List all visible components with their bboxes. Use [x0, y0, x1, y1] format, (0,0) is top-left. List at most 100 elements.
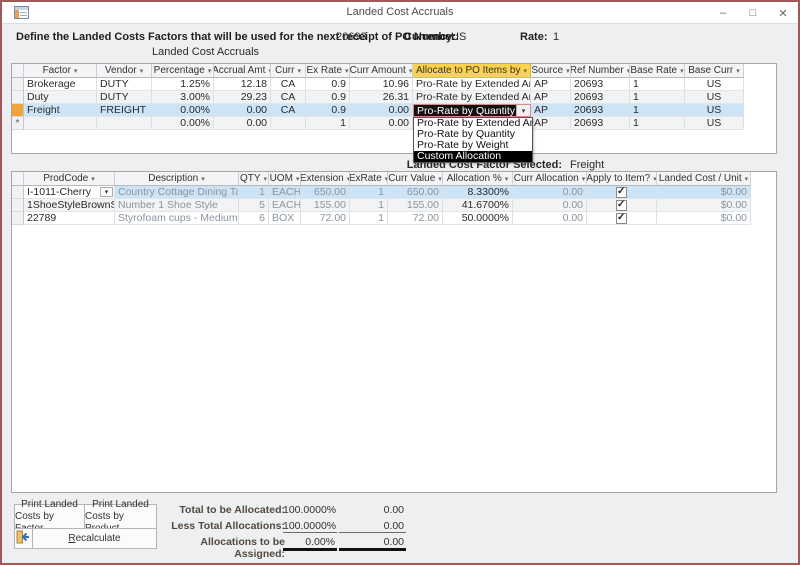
- cell-vendor[interactable]: FREIGHT: [97, 104, 152, 117]
- cell-extension[interactable]: 650.00: [301, 186, 350, 199]
- cell-factor[interactable]: Freight: [24, 104, 97, 117]
- cell-curr-amount[interactable]: 10.96: [350, 78, 413, 91]
- cell-vendor[interactable]: DUTY: [97, 78, 152, 91]
- cell-curr-amount[interactable]: 0.00: [350, 104, 413, 117]
- cell-description[interactable]: Styrofoam cups - Medium: [115, 212, 239, 225]
- cell-landed-cost-unit[interactable]: $0.00: [657, 186, 751, 199]
- cell-description[interactable]: Country Cottage Dining Table: [115, 186, 239, 199]
- cell-curr-value[interactable]: 155.00: [388, 199, 443, 212]
- cell-accrual-amt[interactable]: 29.23: [214, 91, 271, 104]
- col-header-exrate[interactable]: ExRate: [350, 172, 388, 186]
- cell-ex-rate[interactable]: 0.9: [306, 78, 350, 91]
- maximize-button[interactable]: □: [746, 7, 760, 19]
- recalculate-button[interactable]: Recalculate: [32, 528, 157, 549]
- cell-accrual-amt[interactable]: 12.18: [214, 78, 271, 91]
- col-header-base-rate[interactable]: Base Rate: [630, 64, 685, 78]
- col-header-prodcode[interactable]: ProdCode: [24, 172, 115, 186]
- prodcode-combobox[interactable]: I-1011-Cherry ▾: [24, 186, 115, 199]
- col-header-extension[interactable]: Extension: [301, 172, 350, 186]
- cell-curr-amount[interactable]: 26.31: [350, 91, 413, 104]
- cell-curr[interactable]: CA: [271, 104, 306, 117]
- cell-exrate[interactable]: 1: [350, 212, 388, 225]
- record-selector[interactable]: [12, 78, 24, 91]
- cell-accrual-amt[interactable]: 0.00: [214, 117, 271, 130]
- cell-prodcode[interactable]: 1ShoeStyleBrownS: [24, 199, 115, 212]
- cell-ref-number[interactable]: 20693: [571, 117, 630, 130]
- cell-curr-value[interactable]: 72.00: [388, 212, 443, 225]
- current-record-selector[interactable]: [12, 104, 24, 117]
- cell-vendor[interactable]: DUTY: [97, 91, 152, 104]
- col-header-factor[interactable]: Factor: [24, 64, 97, 78]
- cell-allocation-pct[interactable]: 50.0000%: [443, 212, 513, 225]
- col-header-description[interactable]: Description: [115, 172, 239, 186]
- cell-base-curr[interactable]: US: [685, 104, 744, 117]
- cell-extension[interactable]: 155.00: [301, 199, 350, 212]
- col-header-qty[interactable]: QTY: [239, 172, 269, 186]
- cell-base-curr[interactable]: US: [685, 117, 744, 130]
- cell-curr-allocation[interactable]: 0.00: [513, 212, 587, 225]
- cell-description[interactable]: Number 1 Shoe Style: [115, 199, 239, 212]
- cell-vendor[interactable]: [97, 117, 152, 130]
- cell-curr-amount[interactable]: 0.00: [350, 117, 413, 130]
- cell-qty[interactable]: 5: [239, 199, 269, 212]
- cell-exrate[interactable]: 1: [350, 199, 388, 212]
- cell-ref-number[interactable]: 20693: [571, 91, 630, 104]
- cell-allocation-pct[interactable]: 8.3300%: [443, 186, 513, 199]
- print-costs-by-factor-button[interactable]: Print Landed Costs by Factor: [14, 504, 85, 529]
- cell-percentage[interactable]: 0.00%: [152, 104, 214, 117]
- cell-curr[interactable]: [271, 117, 306, 130]
- dropdown-option-highlighted[interactable]: Custom Allocation: [414, 151, 532, 162]
- col-header-curr-amount[interactable]: Curr Amount: [350, 64, 413, 78]
- col-header-curr-allocation[interactable]: Curr Allocation: [513, 172, 587, 186]
- cell-base-curr[interactable]: US: [685, 91, 744, 104]
- cell-base-rate[interactable]: 1: [630, 78, 685, 91]
- record-selector[interactable]: [12, 199, 24, 212]
- cell-source[interactable]: AP: [531, 117, 571, 130]
- col-header-ref-number[interactable]: Ref Number: [571, 64, 630, 78]
- cell-landed-cost-unit[interactable]: $0.00: [657, 199, 751, 212]
- allocate-by-combobox[interactable]: Pro-Rate by Quantity ▾: [413, 104, 531, 117]
- cell-landed-cost-unit[interactable]: $0.00: [657, 212, 751, 225]
- col-header-percentage[interactable]: Percentage: [152, 64, 214, 78]
- cell-source[interactable]: AP: [531, 78, 571, 91]
- col-header-landed-cost-unit[interactable]: Landed Cost / Unit: [657, 172, 751, 186]
- col-header-accrual-amt[interactable]: Accrual Amt: [214, 64, 271, 78]
- cell-curr[interactable]: CA: [271, 78, 306, 91]
- exit-button[interactable]: [14, 528, 33, 549]
- cell-ex-rate[interactable]: 0.9: [306, 91, 350, 104]
- record-selector[interactable]: [12, 91, 24, 104]
- col-header-apply-to-item[interactable]: Apply to Item?: [587, 172, 657, 186]
- cell-qty[interactable]: 1: [239, 186, 269, 199]
- cell-curr-allocation[interactable]: 0.00: [513, 186, 587, 199]
- cell-curr-value[interactable]: 650.00: [388, 186, 443, 199]
- cell-allocate-by[interactable]: Pro-Rate by Extended Amount: [413, 78, 531, 91]
- cell-base-curr[interactable]: US: [685, 78, 744, 91]
- col-header-curr[interactable]: Curr: [271, 64, 306, 78]
- cell-allocate-by[interactable]: Pro-Rate by Extended Amount: [413, 91, 531, 104]
- cell-extension[interactable]: 72.00: [301, 212, 350, 225]
- col-header-vendor[interactable]: Vendor: [97, 64, 152, 78]
- cell-ref-number[interactable]: 20693: [571, 104, 630, 117]
- cell-curr-allocation[interactable]: 0.00: [513, 199, 587, 212]
- cell-percentage[interactable]: 3.00%: [152, 91, 214, 104]
- record-selector[interactable]: [12, 186, 24, 199]
- col-header-allocate-by[interactable]: Allocate to PO Items by: [413, 64, 531, 78]
- cell-curr[interactable]: CA: [271, 91, 306, 104]
- col-header-uom[interactable]: UOM: [269, 172, 301, 186]
- select-all-corner[interactable]: [12, 64, 24, 78]
- col-header-curr-value[interactable]: Curr Value: [388, 172, 443, 186]
- cell-qty[interactable]: 6: [239, 212, 269, 225]
- col-header-base-curr[interactable]: Base Curr: [685, 64, 744, 78]
- cell-factor[interactable]: [24, 117, 97, 130]
- dropdown-option[interactable]: Pro-Rate by Weight: [414, 140, 532, 151]
- col-header-ex-rate[interactable]: Ex Rate: [306, 64, 350, 78]
- cell-uom[interactable]: EACH: [269, 186, 301, 199]
- cell-ex-rate[interactable]: 0.9: [306, 104, 350, 117]
- close-button[interactable]: ✕: [776, 7, 790, 20]
- apply-to-item-checkbox[interactable]: [616, 213, 627, 224]
- cell-ex-rate[interactable]: 1: [306, 117, 350, 130]
- cell-allocation-pct[interactable]: 41.6700%: [443, 199, 513, 212]
- dropdown-option[interactable]: Pro-Rate by Quantity: [414, 129, 532, 140]
- apply-to-item-checkbox[interactable]: [616, 187, 627, 198]
- print-costs-by-product-button[interactable]: Print Landed Costs by Product: [84, 504, 157, 529]
